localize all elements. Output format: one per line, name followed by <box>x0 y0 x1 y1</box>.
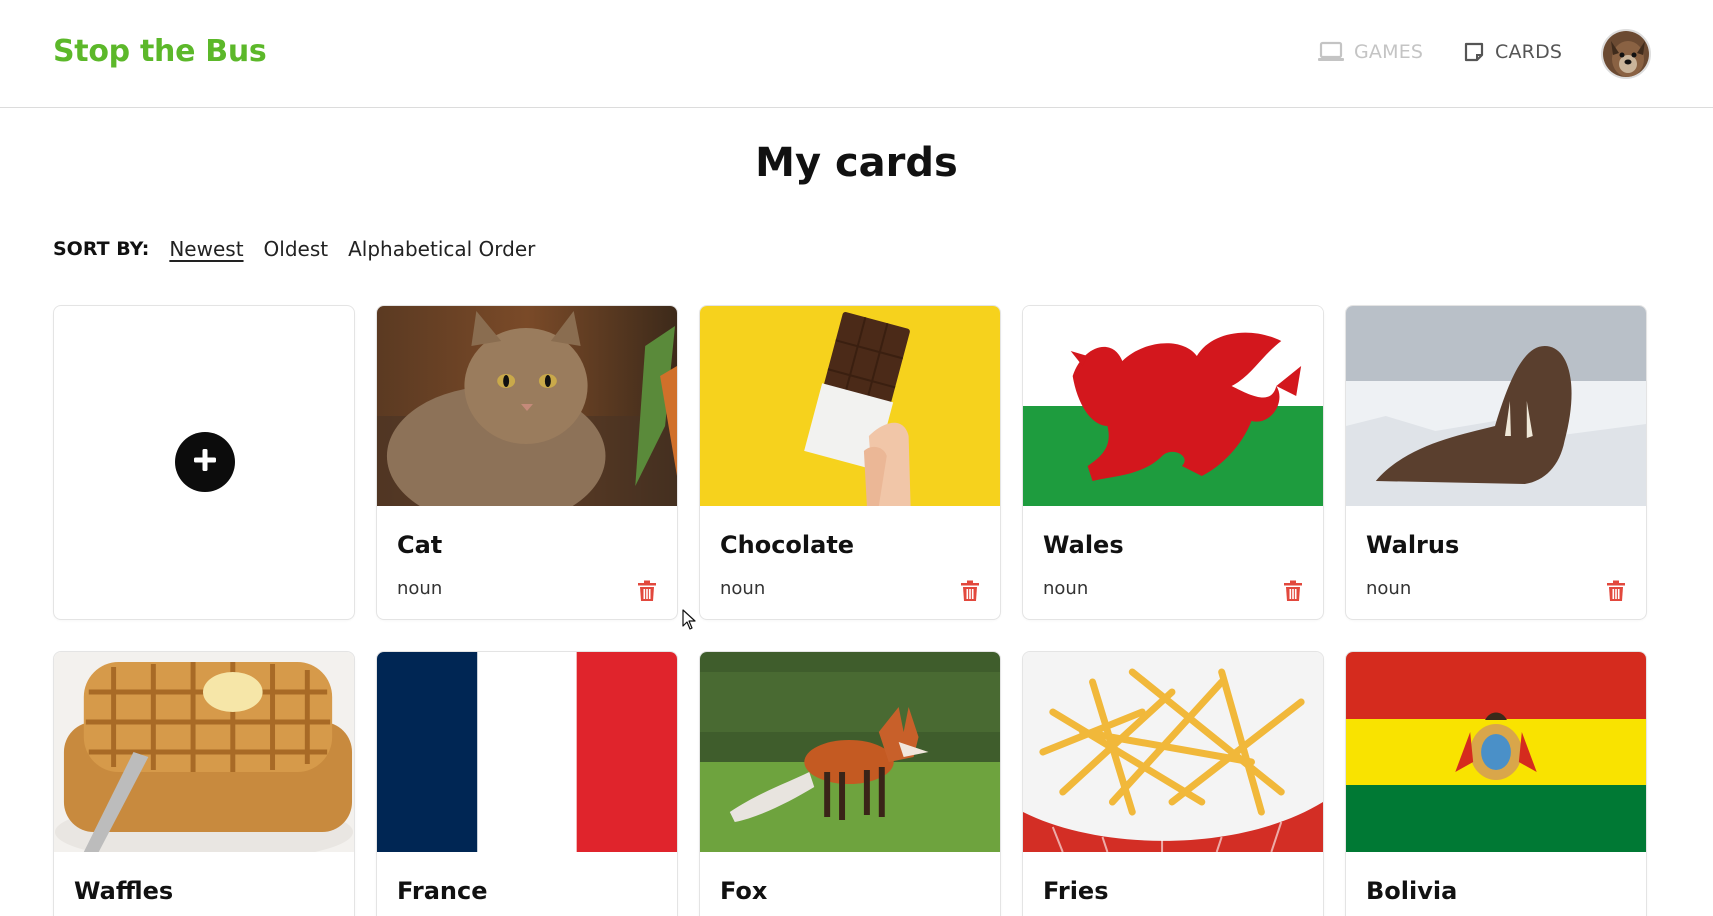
top-navbar: Stop the Bus GAMES CARDS <box>0 0 1713 108</box>
card-title: Walrus <box>1366 531 1460 559</box>
chocolate-image <box>700 306 1000 506</box>
nav-cards-link[interactable]: CARDS <box>1463 41 1562 63</box>
bolivia-flag-image <box>1346 652 1646 852</box>
card-title: France <box>397 877 488 905</box>
card-title: Fries <box>1043 877 1109 905</box>
sort-label: SORT BY: <box>53 238 150 260</box>
cat-image <box>377 306 677 506</box>
card-walrus[interactable]: Walrus noun <box>1345 305 1647 620</box>
sort-alphabetical-option[interactable]: Alphabetical Order <box>348 237 535 261</box>
card-title: Bolivia <box>1366 877 1458 905</box>
plus-icon <box>191 446 219 478</box>
sort-newest-option[interactable]: Newest <box>169 237 243 261</box>
trash-icon[interactable] <box>637 580 657 602</box>
card-title: Chocolate <box>720 531 855 559</box>
card-cat[interactable]: Cat noun <box>376 305 678 620</box>
trash-icon[interactable] <box>960 580 980 602</box>
card-fries[interactable]: Fries <box>1022 651 1324 916</box>
card-chocolate[interactable]: Chocolate noun <box>699 305 1001 620</box>
card-title: Fox <box>720 877 768 905</box>
sort-oldest-option[interactable]: Oldest <box>264 237 329 261</box>
nav-games-link[interactable]: GAMES <box>1318 41 1423 63</box>
waffles-image <box>54 652 354 852</box>
nav-cards-label: CARDS <box>1495 41 1563 63</box>
mouse-cursor-icon <box>682 609 698 635</box>
card-type: noun <box>720 578 766 599</box>
fries-image <box>1023 652 1323 852</box>
trash-icon[interactable] <box>1283 580 1303 602</box>
card-france[interactable]: France <box>376 651 678 916</box>
add-card-tile[interactable] <box>53 305 355 620</box>
card-icon <box>1463 41 1485 63</box>
card-title: Waffles <box>74 877 174 905</box>
card-title: Cat <box>397 531 443 559</box>
user-avatar[interactable] <box>1601 29 1651 79</box>
card-fox[interactable]: Fox <box>699 651 1001 916</box>
page-title: My cards <box>755 140 958 186</box>
card-type: noun <box>1366 578 1412 599</box>
france-flag-image <box>377 652 677 852</box>
trash-icon[interactable] <box>1606 580 1626 602</box>
card-type: noun <box>1043 578 1089 599</box>
add-card-button[interactable] <box>175 432 235 492</box>
card-bolivia[interactable]: Bolivia <box>1345 651 1647 916</box>
card-waffles[interactable]: Waffles <box>53 651 355 916</box>
nav-games-label: GAMES <box>1354 41 1424 63</box>
brand-logo[interactable]: Stop the Bus <box>53 34 267 69</box>
fox-image <box>700 652 1000 852</box>
card-title: Wales <box>1043 531 1124 559</box>
card-wales[interactable]: Wales noun <box>1022 305 1324 620</box>
sort-bar: SORT BY: Newest Oldest Alphabetical Orde… <box>53 237 555 261</box>
wales-flag-image <box>1023 306 1323 506</box>
laptop-icon <box>1318 41 1344 63</box>
walrus-image <box>1346 306 1646 506</box>
card-type: noun <box>397 578 443 599</box>
